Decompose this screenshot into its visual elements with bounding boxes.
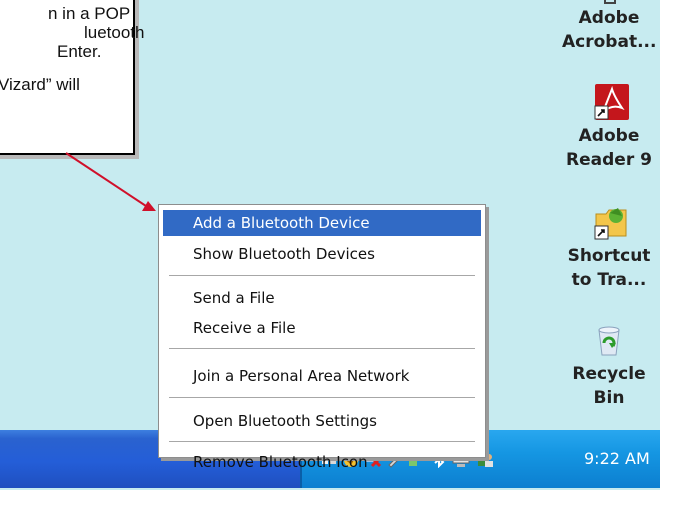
- menu-separator: [169, 348, 475, 349]
- menu-item-open-bluetooth-settings[interactable]: Open Bluetooth Settings: [163, 408, 481, 434]
- desktop-icon-adobe-reader[interactable]: Adobe Reader 9: [562, 84, 656, 172]
- icon-label: Acrobat...: [562, 32, 657, 52]
- desktop-icon-shortcut-tra[interactable]: Shortcut to Tra...: [562, 204, 656, 292]
- icon-label: Recycle: [572, 364, 646, 384]
- icon-label: Reader 9: [566, 150, 652, 170]
- taskbar-clock[interactable]: 9:22 AM: [584, 449, 650, 468]
- bluetooth-context-menu: Add a Bluetooth Device Show Bluetooth De…: [158, 204, 486, 471]
- adobe-reader-icon: [592, 84, 629, 120]
- menu-item-join-personal-area-network[interactable]: Join a Personal Area Network: [163, 363, 481, 389]
- folder-shortcut-icon: [592, 204, 627, 240]
- recycle-bin-icon: [592, 326, 626, 356]
- desktop-icon-recycle-bin[interactable]: Recycle Bin: [562, 326, 656, 410]
- icon-label: Adobe: [578, 126, 640, 146]
- icon-label: Bin: [593, 388, 625, 408]
- menu-separator: [169, 397, 475, 398]
- menu-item-show-bluetooth-devices[interactable]: Show Bluetooth Devices: [163, 241, 481, 267]
- menu-separator: [169, 275, 475, 276]
- menu-separator: [169, 441, 475, 442]
- desktop: n in a POP luetooth Enter. Vizard” will …: [0, 0, 689, 517]
- menu-item-add-bluetooth-device[interactable]: Add a Bluetooth Device: [163, 210, 481, 236]
- icon-label: to Tra...: [571, 270, 647, 290]
- desktop-icon-adobe-acrobat[interactable]: Adobe Acrobat...: [562, 0, 656, 54]
- icon-label: Shortcut: [567, 246, 651, 266]
- menu-item-remove-bluetooth-icon[interactable]: Remove Bluetooth Icon: [163, 449, 481, 475]
- menu-item-send-file[interactable]: Send a File: [163, 285, 481, 311]
- icon-label: Adobe: [578, 8, 640, 28]
- acrobat-icon: [592, 0, 626, 6]
- menu-item-receive-file[interactable]: Receive a File: [163, 315, 481, 341]
